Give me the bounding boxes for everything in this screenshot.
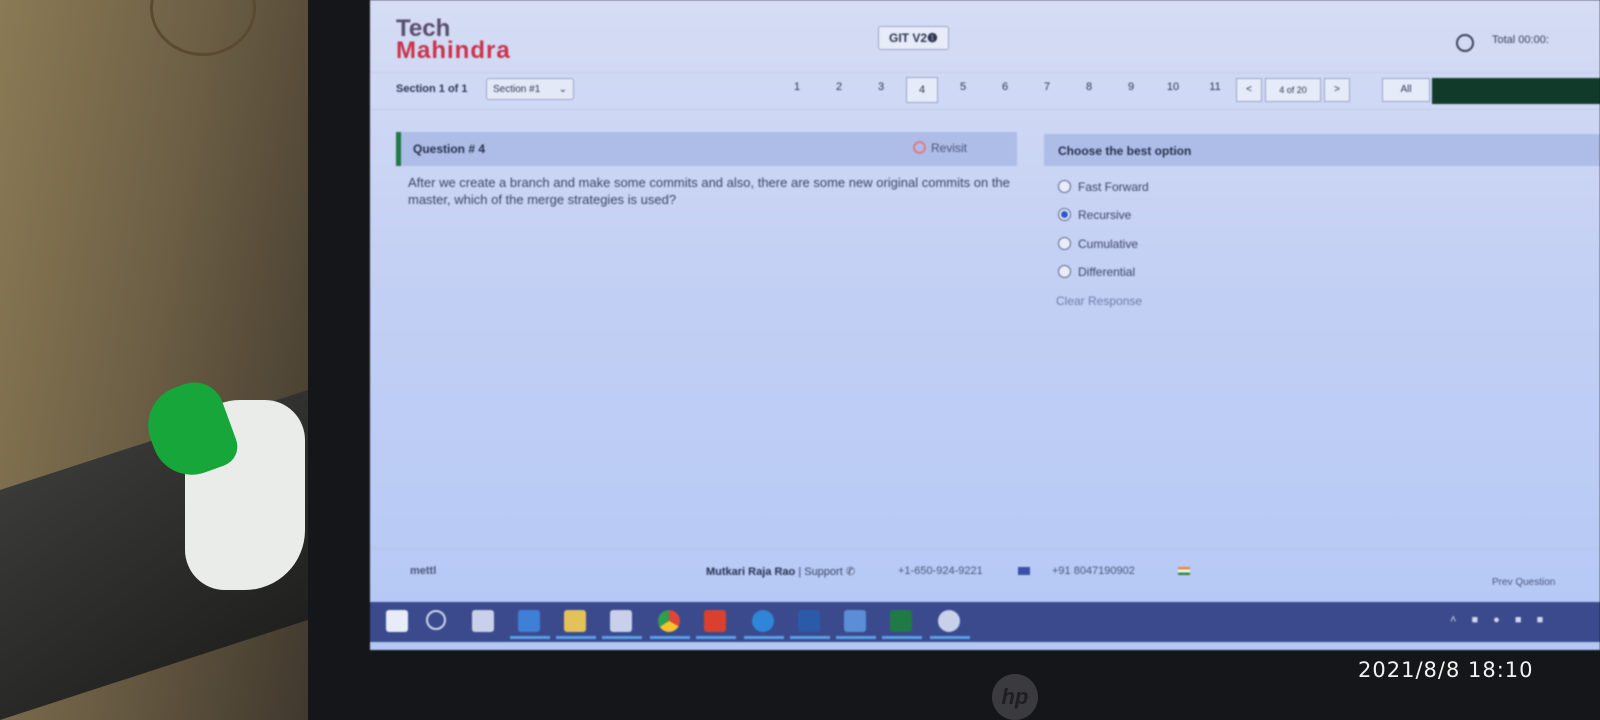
mettl-logo: mettl: [410, 565, 437, 577]
option-label: Fast Forward: [1078, 180, 1149, 194]
option-fast-forward[interactable]: Fast Forward: [1058, 180, 1149, 194]
question-number-10[interactable]: 10: [1158, 81, 1188, 93]
question-number-2[interactable]: 2: [824, 81, 854, 93]
test-name-badge[interactable]: GIT V2❶: [878, 26, 949, 50]
option-label: Differential: [1078, 265, 1136, 279]
next-page-button[interactable]: >: [1324, 78, 1350, 102]
active-indicator: [790, 636, 830, 639]
india-flag-icon: [1178, 567, 1190, 575]
option-differential[interactable]: Differential: [1058, 265, 1135, 279]
hp-logo: hp: [992, 674, 1038, 720]
edge-icon[interactable]: [752, 610, 774, 632]
question-title: Question # 4: [413, 142, 486, 156]
app-header: Tech Mahindra GIT V2❶ Total 00:00:: [370, 10, 1600, 72]
answer-header: Choose the best option: [1044, 134, 1600, 166]
water-bottle: [137, 374, 305, 590]
radio-button[interactable]: [1058, 237, 1071, 250]
search-icon[interactable]: [426, 610, 446, 630]
app-icon[interactable]: [610, 610, 632, 632]
clear-response-link[interactable]: Clear Response: [1056, 294, 1142, 308]
app-footer: mettl Mutkari Raja Rao | Support ✆ +1-65…: [370, 548, 1600, 605]
file-explorer-icon[interactable]: [564, 610, 586, 632]
task-view-icon[interactable]: [472, 610, 494, 632]
active-indicator: [602, 636, 642, 639]
chevron-down-icon: ⌄: [558, 84, 567, 95]
office-icon[interactable]: [704, 610, 726, 632]
prev-question-button[interactable]: Prev Question: [1492, 577, 1555, 588]
timer-text: Total 00:00:: [1492, 34, 1549, 46]
candidate-name: Mutkari Raja Rao: [706, 566, 796, 578]
word-icon[interactable]: [798, 610, 820, 632]
chrome-icon[interactable]: [658, 610, 680, 632]
submit-bar[interactable]: [1432, 78, 1600, 104]
system-tray[interactable]: ˄ ■ ● ■ ■: [1450, 614, 1549, 626]
active-indicator: [882, 636, 922, 639]
revisit-button[interactable]: Revisit: [931, 141, 967, 155]
windows-taskbar: ˄ ■ ● ■ ■: [370, 602, 1600, 642]
question-number-11[interactable]: 11: [1200, 81, 1230, 93]
radio-button[interactable]: [1058, 265, 1071, 278]
active-indicator: [510, 636, 550, 639]
phone-icon: ✆: [845, 566, 856, 578]
question-number-7[interactable]: 7: [1032, 81, 1062, 93]
question-number-8[interactable]: 8: [1074, 81, 1104, 93]
active-indicator: [744, 636, 784, 639]
laptop-screen: Tech Mahindra GIT V2❶ Total 00:00: Secti…: [370, 0, 1600, 650]
excel-icon[interactable]: [890, 610, 912, 632]
active-indicator: [650, 636, 690, 639]
question-navbar: Section 1 of 1 Section #1 ⌄ 1 2 3 4 5 6 …: [370, 72, 1600, 110]
question-header: Question # 4 Revisit: [396, 132, 1017, 166]
app-icon[interactable]: [938, 610, 960, 632]
revisit-icon[interactable]: [913, 141, 926, 154]
logo-line-mahindra: Mahindra: [396, 37, 511, 64]
active-indicator: [556, 636, 596, 639]
option-label: Cumulative: [1078, 237, 1139, 251]
question-number-9[interactable]: 9: [1116, 81, 1146, 93]
answer-title: Choose the best option: [1058, 144, 1192, 158]
start-icon[interactable]: [386, 610, 408, 632]
tech-mahindra-logo: Tech Mahindra: [396, 17, 511, 64]
support-phone-india: +91 8047190902: [1052, 565, 1135, 577]
question-number-4-current[interactable]: 4: [906, 77, 938, 103]
support-label: | Support: [798, 566, 843, 578]
prev-page-button[interactable]: <: [1236, 78, 1262, 102]
app-icon[interactable]: [844, 610, 866, 632]
question-number-3[interactable]: 3: [866, 81, 896, 93]
question-number-6[interactable]: 6: [990, 81, 1020, 93]
app-icon[interactable]: [518, 610, 540, 632]
cable: [150, 0, 256, 56]
section-dropdown-value: Section #1: [493, 84, 541, 95]
option-cumulative[interactable]: Cumulative: [1058, 237, 1138, 251]
option-label: Recursive: [1078, 208, 1132, 222]
option-recursive[interactable]: Recursive: [1058, 208, 1131, 222]
all-questions-button[interactable]: All: [1382, 78, 1430, 102]
radio-button[interactable]: [1058, 180, 1071, 193]
active-indicator: [930, 636, 970, 639]
active-indicator: [836, 636, 876, 639]
us-flag-icon: [1018, 567, 1030, 575]
question-number-1[interactable]: 1: [782, 81, 812, 93]
photo-timestamp: 2021/8/8 18:10: [1358, 658, 1534, 682]
section-indicator: Section 1 of 1: [396, 83, 468, 95]
radio-button-selected[interactable]: [1058, 208, 1071, 221]
clock-icon: [1456, 34, 1474, 52]
question-text: After we create a branch and make some c…: [408, 175, 1010, 207]
candidate-info: Mutkari Raja Rao | Support ✆: [706, 565, 855, 578]
support-phone-us: +1-650-924-9221: [898, 565, 983, 577]
question-number-5[interactable]: 5: [948, 81, 978, 93]
page-indicator: 4 of 20: [1265, 78, 1321, 102]
active-indicator: [696, 636, 736, 639]
section-dropdown[interactable]: Section #1 ⌄: [486, 78, 574, 100]
